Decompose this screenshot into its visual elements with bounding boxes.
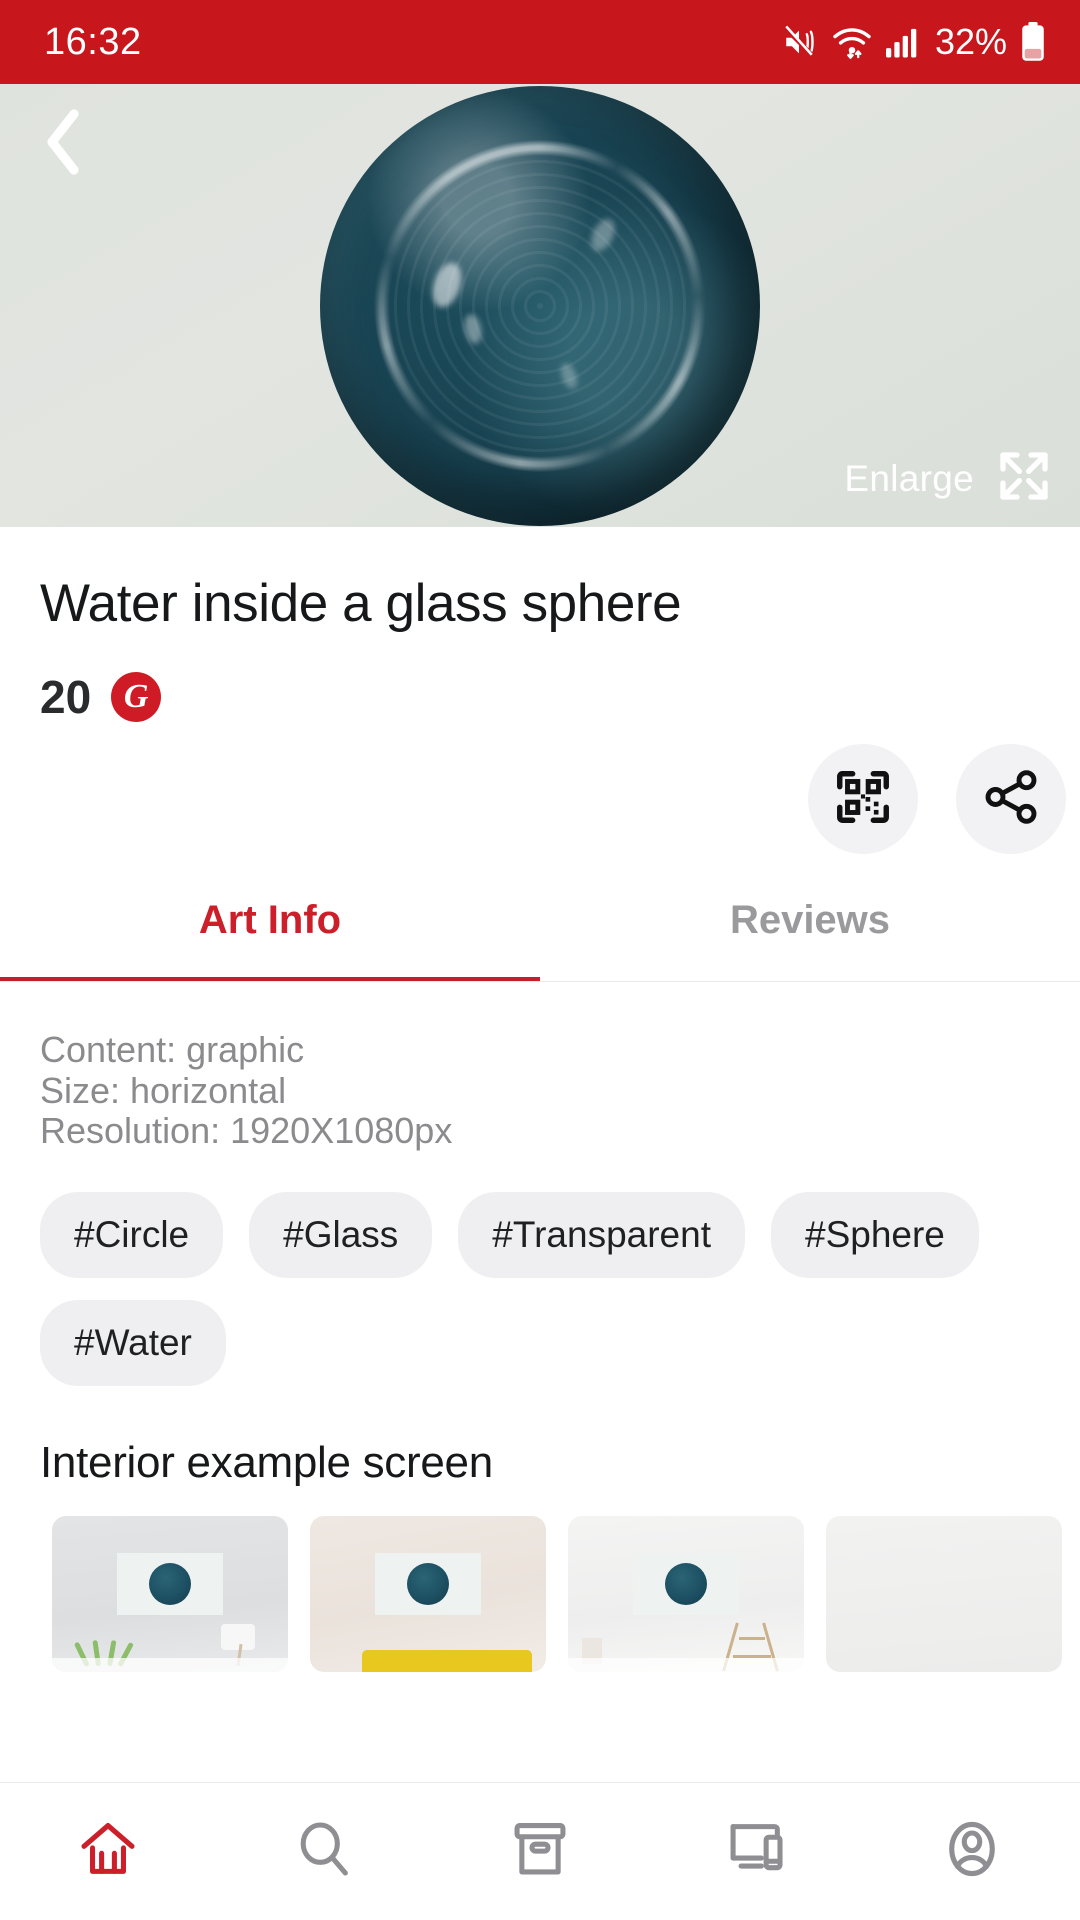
sofa-decor <box>361 1650 532 1673</box>
account-icon <box>940 1817 1004 1886</box>
tag-glass[interactable]: #Glass <box>249 1192 433 1279</box>
nav-item-search[interactable] <box>259 1783 389 1920</box>
tag-water[interactable]: #Water <box>40 1300 226 1387</box>
status-bar: 16:32 32% <box>0 0 1080 84</box>
devices-icon <box>724 1817 788 1886</box>
meta-size: Size: horizontal <box>40 1069 287 1111</box>
tag-transparent[interactable]: #Transparent <box>458 1192 745 1279</box>
meta-resolution: Resolution: 1920X1080px <box>40 1110 453 1152</box>
back-chevron-icon <box>40 108 88 181</box>
home-icon <box>76 1817 140 1886</box>
floor <box>568 1658 804 1673</box>
meta-content: Content: graphic <box>40 1029 305 1070</box>
search-icon <box>292 1817 356 1886</box>
price-value: 20 <box>40 671 92 723</box>
interior-carousel[interactable] <box>0 1488 1080 1673</box>
battery-icon <box>1020 22 1046 62</box>
archive-box-icon <box>508 1817 572 1886</box>
page-title: Water inside a glass sphere <box>40 574 682 633</box>
expand-icon <box>996 448 1052 509</box>
wifi-icon <box>831 25 873 59</box>
interior-example-4[interactable] <box>826 1516 1062 1673</box>
back-button[interactable] <box>26 106 102 182</box>
bottom-navigation <box>0 1782 1080 1920</box>
product-header: Water inside a glass sphere 20 G <box>0 573 1080 724</box>
artwork-image <box>314 84 766 527</box>
mute-icon <box>780 25 818 59</box>
price-row: 20 G <box>40 670 1040 724</box>
status-time: 16:32 <box>44 20 142 63</box>
enlarge-button[interactable]: Enlarge <box>844 448 1052 509</box>
tag-list: #Circle #Glass #Transparent #Sphere #Wat… <box>0 1152 1080 1387</box>
battery-percent-label: 32% <box>934 21 1007 62</box>
framed-artwork <box>117 1553 223 1616</box>
currency-coin-icon: G <box>111 672 162 722</box>
nav-item-home[interactable] <box>43 1783 173 1920</box>
enlarge-label: Enlarge <box>844 457 974 499</box>
nav-item-devices[interactable] <box>691 1783 821 1920</box>
tab-art-info[interactable]: Art Info <box>0 898 540 981</box>
nav-item-account[interactable] <box>907 1783 1037 1920</box>
nav-item-archive[interactable] <box>475 1783 605 1920</box>
interior-example-2[interactable] <box>310 1516 546 1673</box>
status-icons: 32% <box>780 21 1046 63</box>
share-icon <box>980 766 1042 833</box>
interior-example-3[interactable] <box>568 1516 804 1673</box>
interior-example-1[interactable] <box>52 1516 288 1673</box>
tag-circle[interactable]: #Circle <box>40 1192 224 1279</box>
tag-sphere[interactable]: #Sphere <box>771 1192 979 1279</box>
share-button[interactable] <box>956 744 1066 854</box>
lamp-decor <box>220 1624 255 1651</box>
art-info-meta: Content: graphic Size: horizontal Resolu… <box>0 982 1080 1152</box>
action-buttons <box>0 744 1080 854</box>
artwork-hero[interactable]: Enlarge <box>0 84 1080 527</box>
qr-code-icon <box>832 766 894 833</box>
framed-artwork <box>375 1553 481 1616</box>
app-root: 16:32 32% Enlarge Water inside a glass s… <box>0 0 1080 1920</box>
floor <box>52 1658 288 1673</box>
tab-reviews[interactable]: Reviews <box>540 898 1080 981</box>
interior-section-title: Interior example screen <box>40 1438 493 1488</box>
tab-bar: Art Info Reviews <box>0 898 1080 981</box>
qr-code-button[interactable] <box>808 744 918 854</box>
signal-icon <box>885 26 920 58</box>
